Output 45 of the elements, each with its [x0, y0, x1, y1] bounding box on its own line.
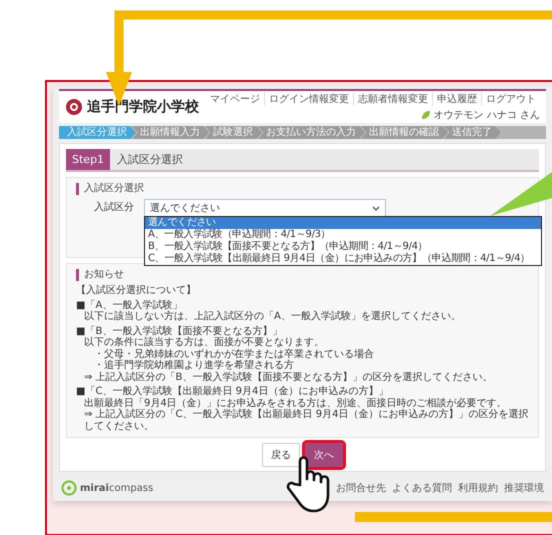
notice-text: 以下の条件に該当する方は、面接が不要となります。 — [84, 337, 325, 348]
notice-text: ⇒ 上記入試区分の「C、一般入学試験【出願最終日 9月4日（金）にお申込みの方】」の区分を選択してください。 — [83, 409, 529, 432]
dropdown-option[interactable]: 選んでください — [145, 217, 541, 229]
dropdown-option[interactable]: B、一般入学試験【面接不要となる方】（申込期間：4/1～9/4） — [145, 241, 541, 253]
field-label: 入試区分 — [93, 200, 134, 215]
footer-link[interactable]: 利用規約 — [458, 481, 498, 495]
footer-link[interactable]: よくある質問 — [392, 481, 452, 495]
dropdown-field[interactable]: 選んでください — [144, 199, 386, 217]
progress-step: 出願情報の確認 — [361, 126, 448, 139]
progress-step: 入試区分選択 — [59, 126, 136, 139]
section-heading: 入試区分選択 — [76, 183, 529, 195]
pointer-drawing — [490, 172, 552, 217]
nav-link[interactable]: ログイン情報変更 — [264, 92, 353, 106]
notice-text: 【入試区分選択について】 — [76, 285, 197, 296]
notice-text: ⇒ 上記入試区分の「B、一般入学試験【面接不要となる方】」の区分を選択してください。 — [83, 372, 494, 383]
progress-step: 出願情報入力 — [132, 126, 209, 139]
notice-text: ・父母・兄弟姉妹のいずれかが在学または卒業されている場合 — [93, 348, 375, 360]
notice-text: ■「C、一般入学試験【出願最終日 9月4日（金）にお申込みの方】」 — [76, 386, 390, 398]
compass-logo-icon — [61, 480, 77, 496]
progress-step: 試験選択 — [205, 126, 262, 139]
brand-name: miraicompass — [80, 482, 154, 494]
step-badge: Step1 — [66, 149, 110, 170]
notice-text: ・追手門学院幼稚園より進学を希望される方 — [93, 360, 295, 372]
emblem-icon — [65, 98, 83, 116]
footer-link[interactable]: お問合せ先 — [336, 481, 386, 495]
leaf-icon — [420, 110, 431, 120]
user-name: オウテモン ハナコ さん — [434, 109, 540, 122]
section-heading: お知らせ — [76, 269, 529, 281]
dropdown-option[interactable]: A、一般入学試験（申込期間：4/1～9/3） — [145, 229, 541, 241]
progress-step: お支払い方法の入力 — [258, 126, 365, 139]
nav-link[interactable]: 志願者情報変更 — [353, 92, 432, 106]
notice-text: ■「A、一般入学試験」 — [76, 300, 184, 310]
nav-link[interactable]: マイページ — [206, 92, 264, 106]
nav-link[interactable]: ログアウト — [481, 92, 540, 106]
footer-link[interactable]: 推奨環境 — [504, 481, 544, 495]
step-title: 入試区分選択 — [116, 152, 184, 167]
next-button[interactable]: 次へ — [305, 443, 343, 467]
notice-text: ■「B、一般入学試験【面接不要となる方】」 — [76, 326, 284, 336]
nav-link[interactable]: 申込履歴 — [432, 92, 481, 106]
notice-text: 出願最終日「9月4日（金）」にお申込みをされる方は、別途、面接日時のご相談が必要です。 — [83, 398, 508, 408]
back-button[interactable]: 戻る — [262, 443, 300, 467]
notice-text: 以下に該当しない方は、上記入試区分の「A、一般入学試験」を選択してください。 — [84, 311, 462, 322]
progress-step: 送信完了 — [444, 126, 501, 139]
dropdown-option[interactable]: C、一般入学試験【出願最終日 9月4日（金）にお申込みの方】（申込期間：4/1～9/4） — [145, 253, 541, 265]
caret-icon — [372, 206, 380, 210]
